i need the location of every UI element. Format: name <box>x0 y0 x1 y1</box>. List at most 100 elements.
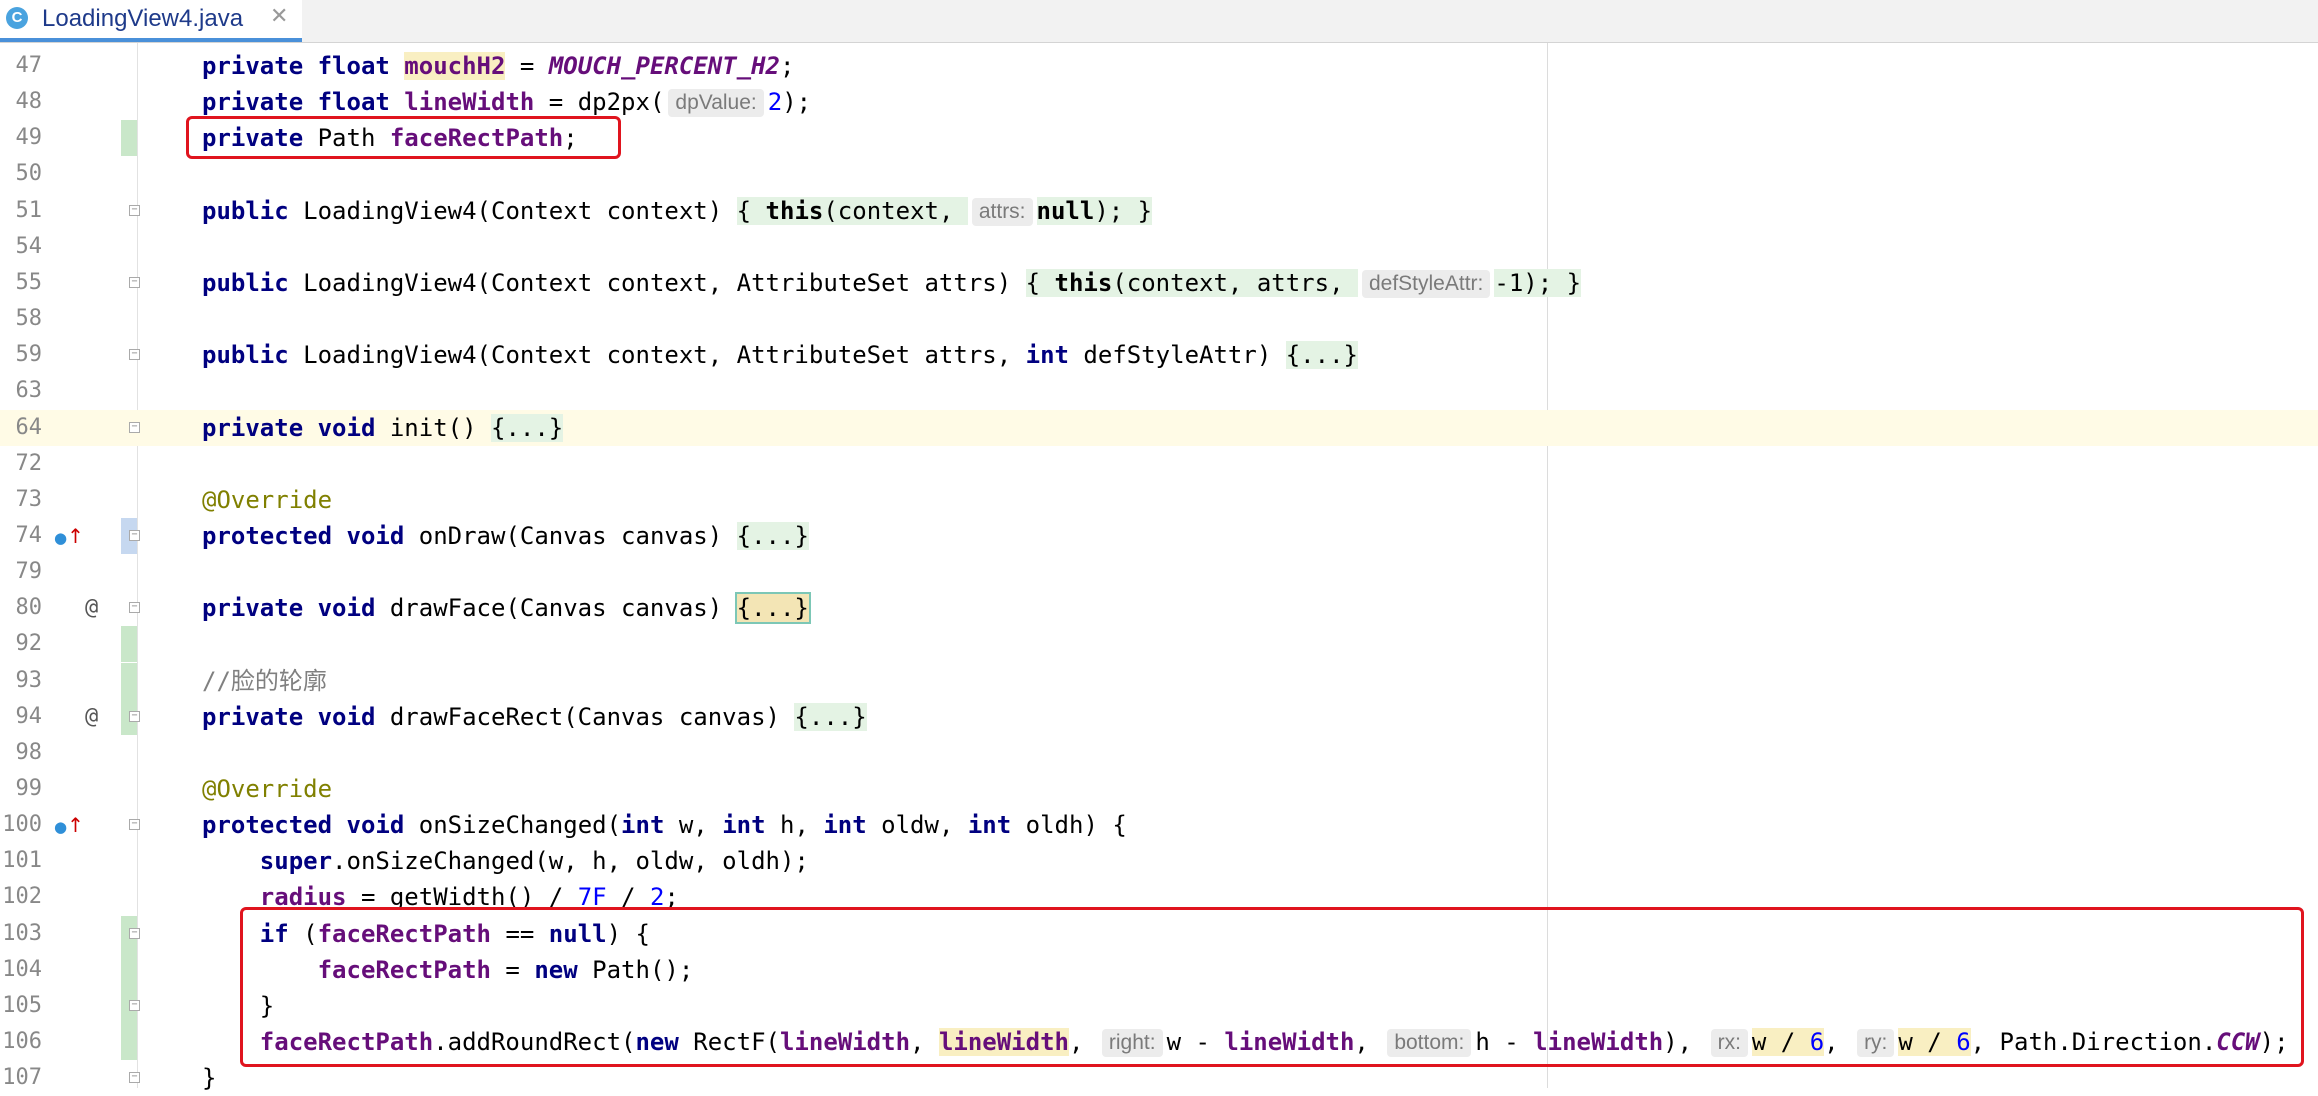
code-text[interactable]: protected void onDraw(Canvas canvas) {..… <box>202 518 809 554</box>
line-number[interactable]: 99 <box>0 771 43 807</box>
line-number[interactable]: 106 <box>0 1024 42 1060</box>
code-text[interactable]: @Override <box>202 482 332 518</box>
code-token: = dp2px( <box>534 88 665 117</box>
code-line[interactable]: 74 − ●↑ protected void onDraw(Canvas canvas… <box>0 517 2318 556</box>
code-line[interactable]: 80 − @ private void drawFace(Canvas canvas)… <box>0 590 2318 626</box>
close-tab-icon[interactable]: ✕ <box>270 4 288 29</box>
code-token: this <box>1054 268 1113 297</box>
code-line[interactable]: 50 <box>0 156 2318 192</box>
line-number[interactable]: 48 <box>0 84 43 120</box>
line-number[interactable]: 51 <box>0 193 43 229</box>
code-text[interactable]: protected void onSizeChanged(int w, int … <box>202 807 1127 843</box>
fold-toggle-icon[interactable]: − <box>129 529 140 541</box>
code-line[interactable]: 63 <box>0 373 2318 409</box>
line-number[interactable]: 72 <box>0 446 43 482</box>
vcs-change-marker[interactable] <box>121 662 137 699</box>
code-token: oldh) { <box>1025 811 1127 840</box>
fold-toggle-icon[interactable]: − <box>129 999 140 1011</box>
fold-toggle-icon[interactable]: − <box>129 819 140 831</box>
code-token: { <box>1025 268 1055 297</box>
line-number[interactable]: 49 <box>0 120 43 156</box>
line-number[interactable]: 47 <box>0 48 43 84</box>
code-line[interactable]: 100 − ●↑ protected void onSizeChanged(int w… <box>0 807 2318 843</box>
override-method-icon[interactable]: ●↑ <box>54 807 84 845</box>
code-text[interactable]: private float lineWidth = dp2px(dpValue:… <box>202 84 811 120</box>
code-line[interactable]: 98 <box>0 735 2318 771</box>
code-text[interactable]: super.onSizeChanged(w, h, oldw, oldh); <box>202 843 809 879</box>
code-line[interactable]: 55 − public LoadingView4(Context context, … <box>0 265 2318 301</box>
code-line[interactable]: 48 private float lineWidth = dp2px(dpValu… <box>0 84 2318 120</box>
fold-toggle-icon[interactable]: − <box>129 927 140 939</box>
line-number[interactable]: 50 <box>0 156 43 192</box>
line-number[interactable]: 94 <box>0 699 43 735</box>
line-number[interactable]: 101 <box>0 843 42 879</box>
line-number[interactable]: 103 <box>0 916 42 952</box>
code-token: super <box>259 847 333 876</box>
code-text[interactable]: private float mouchH2 = MOUCH_PERCENT_H2… <box>202 48 794 84</box>
code-token: onDraw(Canvas canvas) <box>418 521 737 550</box>
code-token: ); } <box>1523 268 1582 297</box>
parameter-hint: defStyleAttr: <box>1361 269 1491 298</box>
fold-toggle-icon[interactable]: − <box>129 349 140 361</box>
line-number[interactable]: 93 <box>0 663 43 699</box>
line-number[interactable]: 80 <box>0 590 43 626</box>
code-line[interactable]: 92 <box>0 626 2318 663</box>
code-text[interactable]: public LoadingView4(Context context, Att… <box>202 337 1358 373</box>
code-text[interactable]: public LoadingView4(Context context) { t… <box>202 193 1153 229</box>
line-number[interactable]: 105 <box>0 988 42 1024</box>
line-number[interactable]: 92 <box>0 626 43 662</box>
code-line[interactable]: 58 <box>0 301 2318 337</box>
line-number[interactable]: 104 <box>0 952 42 988</box>
code-line[interactable]: 59 − public LoadingView4(Context context, … <box>0 337 2318 373</box>
code-line[interactable]: 47 private float mouchH2 = MOUCH_PERCENT_… <box>0 48 2318 84</box>
fold-toggle-icon[interactable]: − <box>129 1072 140 1084</box>
line-number[interactable]: 98 <box>0 735 43 771</box>
line-number[interactable]: 64 <box>0 410 43 446</box>
code-text[interactable]: private void init() {...} <box>202 410 564 446</box>
code-token: oldw, <box>881 811 968 840</box>
code-text[interactable]: public LoadingView4(Context context, Att… <box>202 265 1582 301</box>
code-token: private void <box>202 413 390 442</box>
code-line[interactable]: 72 <box>0 446 2318 482</box>
code-text[interactable]: private void drawFaceRect(Canvas canvas)… <box>202 699 867 735</box>
code-token: @Override <box>202 775 333 803</box>
fold-toggle-icon[interactable]: − <box>129 602 140 614</box>
line-number[interactable]: 59 <box>0 337 43 373</box>
line-number[interactable]: 63 <box>0 373 43 409</box>
code-line[interactable]: 94 − @ private void drawFaceRect(Canvas can… <box>0 698 2318 735</box>
code-text[interactable]: } <box>202 1060 216 1096</box>
vcs-change-marker[interactable] <box>121 626 137 663</box>
annotation-gutter-icon[interactable]: @ <box>85 699 98 735</box>
fold-toggle-icon[interactable]: − <box>129 710 140 722</box>
code-line[interactable]: 79 <box>0 554 2318 590</box>
line-number[interactable]: 79 <box>0 554 43 590</box>
line-number[interactable]: 54 <box>0 229 43 265</box>
line-number[interactable]: 100 <box>0 807 42 843</box>
code-line[interactable]: 101 super.onSizeChanged(w, h, oldw, oldh… <box>0 843 2318 879</box>
code-text[interactable]: private void drawFace(Canvas canvas) {..… <box>202 590 811 626</box>
code-line[interactable]: 51 − public LoadingView4(Context context) … <box>0 193 2318 229</box>
code-line[interactable]: 99 @Override <box>0 771 2318 807</box>
vcs-change-marker[interactable] <box>121 120 137 157</box>
code-text[interactable]: @Override <box>202 771 332 807</box>
code-line[interactable]: 73 @Override <box>0 482 2318 518</box>
code-line[interactable]: 64 − private void init() {...} <box>0 409 2318 446</box>
line-number[interactable]: 55 <box>0 265 43 301</box>
tab-loadingview4-java[interactable]: C LoadingView4.java ✕ <box>0 0 302 42</box>
line-number[interactable]: 73 <box>0 482 43 518</box>
override-method-icon[interactable]: ●↑ <box>54 518 84 556</box>
line-number[interactable]: 74 <box>0 518 43 554</box>
tab-filename: LoadingView4.java <box>42 5 244 32</box>
vcs-change-marker[interactable] <box>121 951 137 988</box>
vcs-change-marker[interactable] <box>121 1024 137 1061</box>
fold-toggle-icon[interactable]: − <box>129 204 140 216</box>
line-number[interactable]: 58 <box>0 301 43 337</box>
annotation-gutter-icon[interactable]: @ <box>85 590 98 626</box>
fold-toggle-icon[interactable]: − <box>129 421 140 433</box>
code-line[interactable]: 93 //脸的轮廓 <box>0 662 2318 699</box>
line-number[interactable]: 102 <box>0 879 42 915</box>
line-number[interactable]: 107 <box>0 1060 42 1096</box>
code-line[interactable]: 54 <box>0 229 2318 265</box>
fold-toggle-icon[interactable]: − <box>129 276 140 288</box>
code-text[interactable]: //脸的轮廓 <box>202 663 327 699</box>
